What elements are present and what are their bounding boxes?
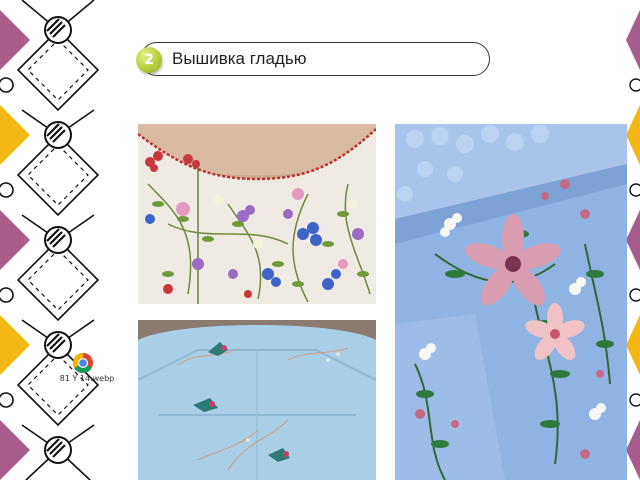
file-shortcut[interactable]: 81 Y 14.webp — [52, 352, 122, 388]
file-label: 81 Y 14.webp — [59, 374, 115, 383]
embroidered-blouse-photo — [138, 124, 376, 304]
slide-number-badge: 2 — [136, 47, 162, 73]
decorative-pattern-left — [0, 0, 100, 481]
embroidered-jacket-photo — [138, 320, 376, 480]
embroidered-shirt-photo — [395, 124, 627, 480]
slide-title: Вышивка гладью — [172, 49, 307, 68]
chrome-icon — [72, 352, 94, 374]
